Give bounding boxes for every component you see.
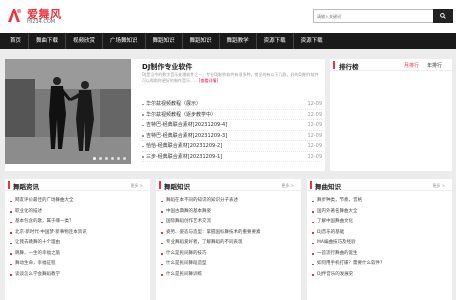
nav-item-dance-knowledge-2[interactable]: 舞蹈知识	[183, 33, 220, 49]
view-details-link[interactable]: [查看详情]	[199, 78, 218, 83]
news-title: 吉特巴-经典联合素材[20231209-4]	[146, 122, 228, 128]
card-music-knowledge: 舞曲知识 更多 > 舞步种类，节奏，音格 国内外著名舞曲大全 了解中国舞曲文化 …	[307, 179, 452, 300]
section-accent	[333, 61, 335, 69]
main-nav: 首页 舞曲下载 视频欣赏 广场舞知识 舞蹈知识 舞蹈知识 舞蹈教学 资源下载 资…	[0, 33, 456, 49]
slide-dot[interactable]	[105, 157, 108, 160]
nav-item-dance-teaching[interactable]: 舞蹈教学	[220, 33, 257, 49]
list-item[interactable]: 国内外著名舞曲大全	[312, 207, 447, 218]
slide-dot[interactable]	[123, 157, 126, 160]
news-date: 12-09	[307, 101, 322, 107]
search-box	[313, 9, 453, 23]
tab-yearly[interactable]: 年排行	[427, 62, 442, 69]
news-title: 华尔兹视频教程（展示）	[146, 101, 202, 107]
card-list: 舞步种类，节奏，音格 国内外著名舞曲大全 了解中国舞曲文化 DJ音乐的基础 MA…	[312, 196, 447, 280]
list-item[interactable]: 一首流行舞曲的诞生	[312, 249, 447, 260]
list-item[interactable]: 姿势、姿态与造型：掌握国标舞技术的重要要素	[161, 228, 296, 239]
ranking-header: 排行榜 月排行 年排行	[330, 59, 452, 71]
logo-url: HI234.COM	[27, 19, 56, 25]
featured-article-summary: DJ是当今的数字音乐处理软件之一，专业DJ制作软件有很多种，常见的有以下几款，好…	[142, 72, 322, 84]
list-item[interactable]: 什么是民间舞蹈造型	[161, 259, 296, 270]
news-item[interactable]: 华尔兹视频教程（逐步教学中） 12-09	[142, 110, 322, 120]
list-item[interactable]: 基本包含的歌，属于哪一类？	[10, 217, 145, 228]
news-item[interactable]: 吉特巴-经典联合素材[20231209-3] 12-09	[142, 131, 322, 141]
card-title: 舞蹈知识	[164, 183, 190, 191]
slide-dot[interactable]	[117, 157, 120, 160]
list-item[interactable]: 了解中国舞曲文化	[312, 217, 447, 228]
news-title: 三步-经典联合素材[20231209-1]	[146, 153, 223, 160]
list-item[interactable]: 舞动生命，幸福征程	[10, 259, 145, 270]
news-date: 12-09	[307, 132, 322, 139]
slide-dot[interactable]	[99, 157, 102, 160]
nav-item-resource-download[interactable]: 资源下载	[257, 33, 294, 49]
list-item[interactable]: 北京·新时代·中国梦·新事物连本资讯	[10, 228, 145, 239]
list-item[interactable]: 国际舞蹈创作艺术交流	[161, 217, 296, 228]
card-dance-knowledge: 舞蹈知识 更多 > 舞蹈在本不同的知识的知识分子表述 中国古典舞的基本舞姿 国际…	[156, 179, 301, 300]
dancers-photo	[5, 59, 131, 164]
more-link[interactable]: 更多 >	[281, 183, 294, 189]
list-item[interactable]: 什么是民间舞的技巧	[161, 249, 296, 260]
tab-monthly[interactable]: 月排行	[404, 62, 419, 69]
site-logo[interactable]: 爱舞风 HI234.COM	[5, 6, 67, 28]
card-header: 舞蹈知识 更多 >	[156, 179, 301, 191]
section-accent	[159, 181, 161, 189]
featured-panel: DJ制作专业软件 DJ是当今的数字音乐处理软件之一，专业DJ制作软件有很多种，常…	[5, 59, 325, 171]
news-item[interactable]: 吉特巴-经典联合素材[20231209-4] 12-09	[142, 120, 322, 131]
slide-dot[interactable]	[93, 157, 96, 160]
search-icon	[440, 13, 446, 19]
news-title: 恰恰-经典联合素材[20231209-2]	[146, 143, 223, 149]
news-title: 华尔兹视频教程（逐步教学中）	[146, 111, 217, 118]
card-dance-news: 舞蹈资讯 更多 > 网友评价最佳的广场舞曲大全 职业化的描述 基本包含的歌，属于…	[5, 179, 150, 300]
news-item[interactable]: 三步-经典联合素材[20231209-1] 12-09	[142, 152, 322, 162]
card-header: 舞蹈资讯 更多 >	[5, 179, 150, 191]
list-item[interactable]: 专业舞蹈爱好者，了解舞蹈的不同表现	[161, 238, 296, 249]
news-date: 12-09	[307, 122, 322, 128]
more-link[interactable]: 更多 >	[130, 183, 143, 189]
slide-dot[interactable]	[111, 157, 114, 160]
card-list: 舞蹈在本不同的知识的知识分子表述 中国古典舞的基本舞姿 国际舞蹈创作艺术交流 姿…	[161, 196, 296, 280]
list-item[interactable]: 跳舞，一生的幸福之旅	[10, 249, 145, 260]
nav-item-music-download[interactable]: 舞曲下载	[29, 33, 67, 49]
card-title: 舞曲知识	[315, 183, 341, 191]
nav-item-videos[interactable]: 视频欣赏	[66, 33, 104, 49]
slide-indicators	[93, 157, 126, 160]
list-item[interactable]: 网友评价最佳的广场舞曲大全	[10, 196, 145, 207]
list-item[interactable]: 中国古典舞的基本舞姿	[161, 207, 296, 218]
news-date: 12-09	[307, 143, 322, 149]
more-link[interactable]: 更多 >	[432, 183, 445, 189]
nav-item-dance-knowledge[interactable]: 舞蹈知识	[146, 33, 183, 49]
card-title: 舞蹈资讯	[13, 183, 39, 191]
list-item[interactable]: 什么是民间舞训练	[161, 270, 296, 281]
list-item[interactable]: 舞蹈在本不同的知识的知识分子表述	[161, 196, 296, 207]
logo-icon	[8, 9, 21, 22]
nav-item-square-dance[interactable]: 广场舞知识	[103, 33, 146, 49]
news-item[interactable]: 恰恰-经典联合素材[20231209-2] 12-09	[142, 141, 322, 152]
search-button[interactable]	[433, 9, 453, 23]
featured-slide-image[interactable]	[5, 59, 131, 164]
section-accent	[310, 181, 312, 189]
nav-item-home[interactable]: 首页	[3, 33, 30, 49]
card-header: 舞曲知识 更多 >	[307, 179, 452, 191]
list-item[interactable]: 让我去跳舞的十个理由	[10, 238, 145, 249]
news-item[interactable]: 华尔兹视频教程（展示） 12-09	[142, 99, 322, 110]
news-title: 吉特巴-经典联合素材[20231209-3]	[146, 132, 228, 139]
news-date: 12-09	[307, 111, 322, 118]
ranking-panel: 排行榜 月排行 年排行	[330, 59, 452, 171]
list-item[interactable]: 谈谈怎么学会舞蹈教学	[10, 270, 145, 281]
list-item[interactable]: 职业化的描述	[10, 207, 145, 218]
news-list: 华尔兹视频教程（展示） 12-09 华尔兹视频教程（逐步教学中） 12-09 吉特巴…	[142, 99, 322, 162]
nav-item-resource-download-2[interactable]: 资源下载	[294, 33, 330, 49]
site-header: 爱舞风 HI234.COM	[0, 0, 456, 33]
search-input[interactable]	[314, 10, 434, 22]
list-item[interactable]: 舞步种类，节奏，音格	[312, 196, 447, 207]
list-item[interactable]: MA编曲技巧及经验	[312, 238, 447, 249]
news-date: 12-09	[307, 153, 322, 160]
ranking-title: 排行榜	[339, 63, 359, 71]
section-accent	[8, 181, 10, 189]
summary-text: DJ是当今的数字音乐处理软件之一，专业DJ制作软件有很多种，常见的有以下几款，好…	[142, 72, 319, 83]
list-item[interactable]: 如何用手机打碟？需要什么软件？	[312, 259, 447, 270]
list-item[interactable]: DJ音乐的基础	[312, 228, 447, 239]
list-item[interactable]: DJ伴音乐的发展史	[312, 270, 447, 281]
card-list: 网友评价最佳的广场舞曲大全 职业化的描述 基本包含的歌，属于哪一类？ 北京·新时…	[10, 196, 145, 280]
featured-article-title[interactable]: DJ制作专业软件	[142, 62, 192, 72]
